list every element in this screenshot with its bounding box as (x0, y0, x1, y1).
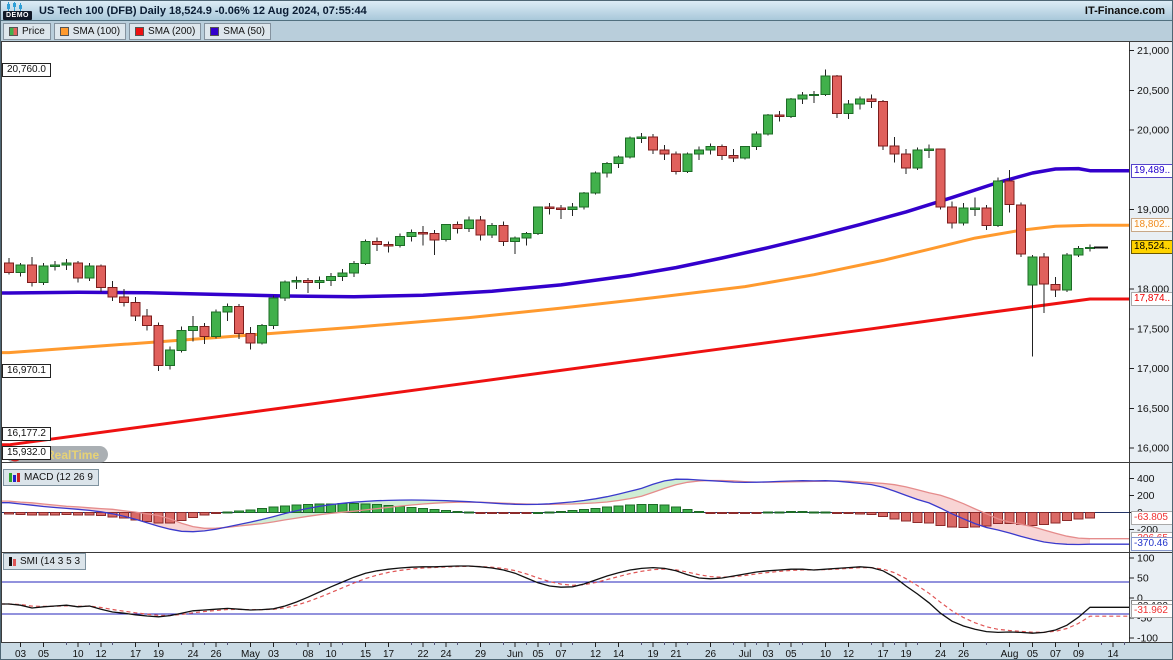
date-tick-label: Aug (1001, 649, 1019, 660)
candlestick-logo-icon (6, 2, 24, 11)
date-tick-label: 12 (590, 649, 602, 660)
chart-title: US Tech 100 (DFB) Daily 18,524.9 -0.06% … (39, 5, 367, 17)
demo-badge: DEMO (3, 1, 33, 21)
date-tick-label: 05 (532, 649, 544, 660)
main-chart-svg[interactable]: 21,000 20,500 20,000 19,000 18,000 17,500 17,0… (1, 41, 1173, 660)
title-bar: DEMO US Tech 100 (DFB) Daily 18,524.9 -0… (1, 1, 1172, 21)
legend-item-label: SMA (200) (148, 26, 195, 37)
date-tick-label: 24 (187, 649, 199, 660)
date-tick-label: 24 (440, 649, 452, 660)
date-tick-label: 22 (417, 649, 429, 660)
axis-tick-label: -100 (1137, 633, 1158, 645)
date-tick-label: 26 (705, 649, 717, 660)
axis-tick-label: 100 (1137, 553, 1155, 565)
date-tick-label: 29 (475, 649, 487, 660)
date-tick-label: May (241, 649, 260, 660)
axis-tick-label: 18,000 (1137, 284, 1169, 296)
demo-label: DEMO (3, 11, 32, 20)
axis-tick-label: 17,000 (1137, 363, 1169, 375)
date-tick-label: 10 (820, 649, 832, 660)
legend-item-label: SMA (100) (73, 26, 120, 37)
axis-tick-label: 17,500 (1137, 323, 1169, 335)
date-tick-label: 12 (95, 649, 107, 660)
date-tick-label: 05 (785, 649, 797, 660)
legend-item-sma-200[interactable]: SMA (200) (129, 23, 201, 40)
axis-tick-label: 20,500 (1137, 85, 1169, 97)
date-tick-label: 17 (383, 649, 395, 660)
date-tick-label: 24 (935, 649, 947, 660)
date-tick-label: 07 (555, 649, 567, 660)
date-tick-label: Jun (507, 649, 523, 660)
axis-tick-label: 16,000 (1137, 443, 1169, 455)
sma-swatch-icon (60, 27, 69, 36)
date-tick-label: 26 (210, 649, 222, 660)
date-tick-label: 03 (268, 649, 280, 660)
legend-item-sma-50[interactable]: SMA (50) (204, 23, 271, 40)
date-tick-label: 12 (843, 649, 855, 660)
date-tick-label: 10 (325, 649, 337, 660)
axis-tick-label: 20,000 (1137, 125, 1169, 137)
date-tick-label: 17 (130, 649, 142, 660)
axis-tick-label: 0 (1137, 507, 1143, 519)
legend-item-label: Price (22, 26, 45, 37)
axis-tick-label: 0 (1137, 593, 1143, 605)
price-swatch-icon (9, 27, 18, 36)
legend-item-price[interactable]: Price (3, 23, 51, 40)
date-tick-label: 19 (647, 649, 659, 660)
date-tick-label: 14 (613, 649, 625, 660)
legend-item-sma-100[interactable]: SMA (100) (54, 23, 126, 40)
date-tick-label: 15 (360, 649, 372, 660)
sma-swatch-icon (210, 27, 219, 36)
date-tick-label: 03 (762, 649, 774, 660)
date-tick-label: Jul (739, 649, 752, 660)
date-tick-label: 10 (72, 649, 84, 660)
date-tick-label: 17 (877, 649, 889, 660)
axis-tick-label: 50 (1137, 573, 1149, 585)
brand-label: IT-Finance.com (1085, 5, 1172, 17)
date-tick-label: 19 (900, 649, 912, 660)
axis-tick-label: 19,000 (1137, 204, 1169, 216)
axis-tick-label: -50 (1137, 613, 1152, 625)
axis-tick-label: 400 (1137, 473, 1155, 485)
date-tick-label: 09 (1073, 649, 1085, 660)
date-tick-label: 05 (38, 649, 50, 660)
axis-tick-label: 16,500 (1137, 403, 1169, 415)
legend-bar: Price SMA (100) SMA (200) SMA (50) (1, 21, 1172, 41)
sma-swatch-icon (135, 27, 144, 36)
date-tick-label: 08 (302, 649, 314, 660)
date-tick-label: 03 (15, 649, 27, 660)
date-tick-label: 14 (1107, 649, 1119, 660)
date-tick-label: 05 (1027, 649, 1039, 660)
axis-tick-label: 200 (1137, 490, 1155, 502)
axis-tick-label: -200 (1137, 524, 1158, 536)
axis-tick-label: 21,000 (1137, 45, 1169, 57)
legend-item-label: SMA (50) (223, 26, 265, 37)
date-tick-label: 26 (958, 649, 970, 660)
date-tick-label: 21 (670, 649, 682, 660)
date-tick-label: 19 (153, 649, 165, 660)
date-tick-label: 07 (1050, 649, 1062, 660)
chart-application-window: DEMO US Tech 100 (DFB) Daily 18,524.9 -0… (0, 0, 1173, 660)
